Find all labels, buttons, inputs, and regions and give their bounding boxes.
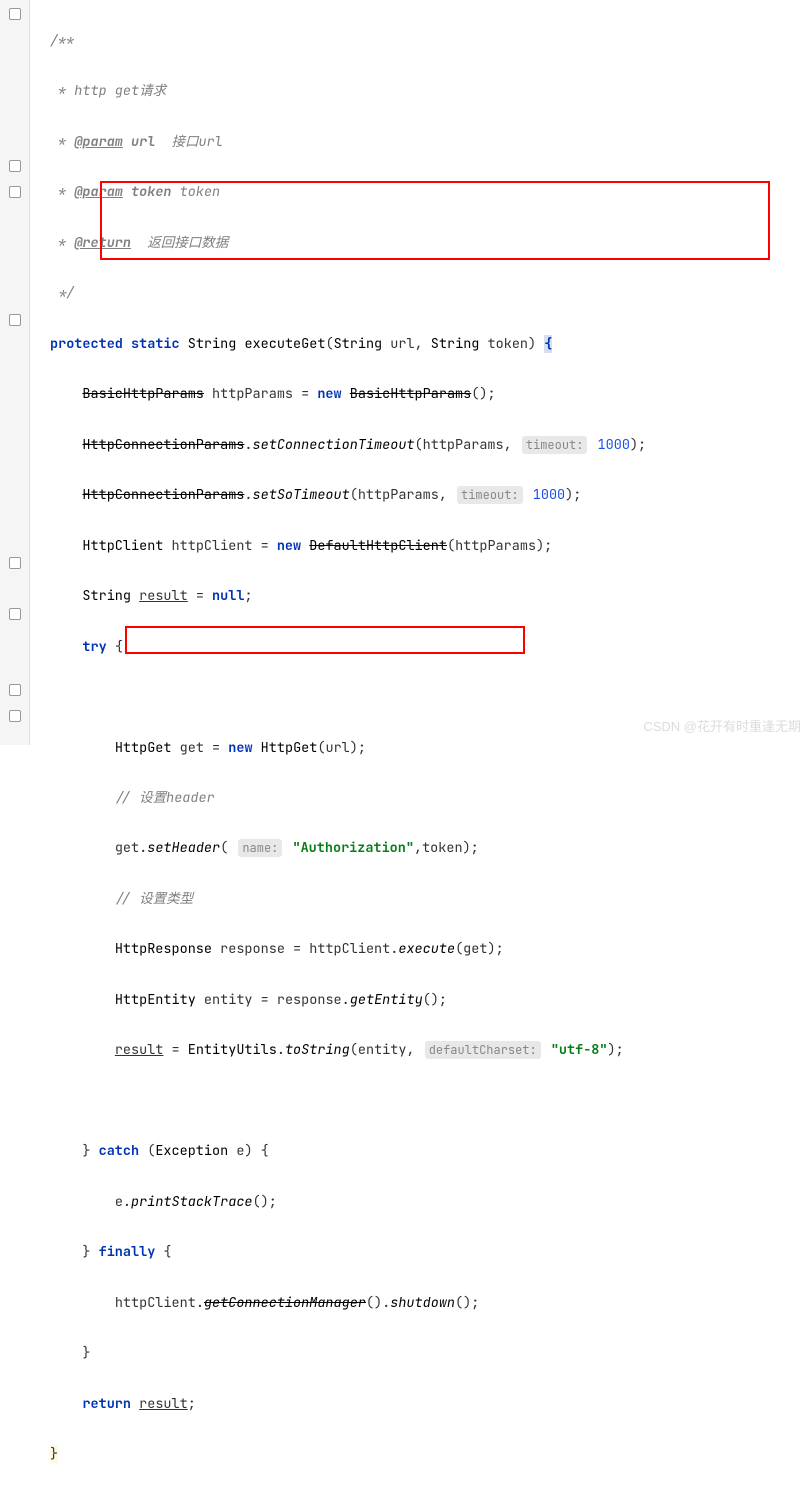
obj: e (115, 1193, 123, 1211)
ctor: HttpGet (261, 739, 318, 757)
type: HttpGet (115, 739, 172, 757)
type: String (82, 587, 131, 605)
kw-new: new (228, 739, 252, 757)
arg: url (325, 739, 349, 757)
arg: entity (358, 1041, 407, 1059)
obj: response (277, 991, 342, 1009)
gutter (0, 0, 30, 745)
doc-tag: @param (74, 183, 123, 201)
fold-marker[interactable] (9, 186, 21, 198)
deprecated-method: getConnectionManager (204, 1294, 366, 1312)
code-content[interactable]: /** * http get请求 * @param url 接口url * @p… (30, 0, 809, 745)
param-type: String (431, 335, 480, 353)
fold-marker[interactable] (9, 160, 21, 172)
kw-return: return (82, 1395, 131, 1413)
var: entity (204, 991, 253, 1009)
kw-null: null (212, 587, 244, 605)
arg: token (422, 839, 463, 857)
param-hint: timeout: (457, 486, 523, 504)
string-literal: "utf-8" (551, 1041, 608, 1059)
var: result (139, 587, 188, 605)
method-call: getEntity (350, 991, 423, 1009)
deprecated-ctor: DefaultHttpClient (309, 537, 447, 555)
brace-close: } (50, 1445, 58, 1463)
param-hint: name: (238, 839, 282, 857)
method-call: execute (398, 940, 455, 958)
doc-tag: @param (74, 133, 123, 151)
kw-new: new (277, 537, 301, 555)
obj: get (115, 839, 139, 857)
doc-open: /** (50, 32, 74, 50)
arg: httpParams (423, 436, 504, 454)
method-call: printStackTrace (131, 1193, 253, 1211)
watermark: CSDN @花开有时重逢无期 (643, 715, 801, 739)
fold-marker[interactable] (9, 8, 21, 20)
param-hint: timeout: (522, 436, 588, 454)
fold-marker[interactable] (9, 608, 21, 620)
arg: httpParams (455, 537, 536, 555)
deprecated-class: HttpConnectionParams (82, 436, 244, 454)
type: Exception (155, 1142, 228, 1160)
return-type: String (188, 335, 237, 353)
obj: httpClient (115, 1294, 196, 1312)
brace: { (544, 335, 552, 353)
fold-marker[interactable] (9, 710, 21, 722)
kw-catch: catch (99, 1142, 140, 1160)
param: token (488, 335, 529, 353)
param-hint: defaultCharset: (425, 1041, 541, 1059)
method-call: toString (285, 1041, 350, 1059)
kw-finally: finally (99, 1243, 156, 1261)
kw-static: static (131, 335, 180, 353)
type: HttpResponse (115, 940, 212, 958)
deprecated-class: BasicHttpParams (82, 385, 204, 403)
arg: httpParams (358, 486, 439, 504)
fold-marker[interactable] (9, 684, 21, 696)
obj: httpClient (309, 940, 390, 958)
doc-tag: @return (74, 234, 131, 252)
doc-text: * http get (50, 82, 139, 100)
deprecated-class: HttpConnectionParams (82, 486, 244, 504)
kw-try: try (82, 638, 106, 656)
method-call: shutdown (390, 1294, 455, 1312)
var: result (115, 1041, 164, 1059)
arg: get (463, 940, 487, 958)
var: response (220, 940, 285, 958)
deprecated-ctor: BasicHttpParams (350, 385, 472, 403)
comment: // 设置header (115, 789, 215, 807)
param-type: String (334, 335, 383, 353)
doc-param-desc: token (180, 183, 221, 201)
type: HttpClient (82, 537, 163, 555)
code-editor: /** * http get请求 * @param url 接口url * @p… (0, 0, 809, 745)
string-literal: "Authorization" (292, 839, 414, 857)
class: EntityUtils (188, 1041, 277, 1059)
doc-param-name: token (131, 183, 172, 201)
param: url (390, 335, 414, 353)
number-literal: 1000 (598, 436, 630, 454)
var: get (180, 739, 204, 757)
doc-param-name: url (131, 133, 155, 151)
fold-marker[interactable] (9, 557, 21, 569)
doc-text: 请求 (139, 82, 166, 100)
var: e (236, 1142, 244, 1160)
number-literal: 1000 (533, 486, 565, 504)
method-call: setHeader (147, 839, 220, 857)
method-name: executeGet (244, 335, 325, 353)
fold-marker[interactable] (9, 314, 21, 326)
method-call: setConnectionTimeout (253, 436, 415, 454)
doc-close: */ (50, 284, 74, 302)
doc-param-desc: 接口url (172, 133, 223, 151)
var: httpParams (212, 385, 293, 403)
var: result (139, 1395, 188, 1413)
method-call: setSoTimeout (253, 486, 350, 504)
kw-protected: protected (50, 335, 123, 353)
type: HttpEntity (115, 991, 196, 1009)
kw-new: new (317, 385, 341, 403)
doc-return-desc: 返回接口数据 (147, 234, 228, 252)
comment: // 设置类型 (115, 890, 193, 908)
var: httpClient (172, 537, 253, 555)
